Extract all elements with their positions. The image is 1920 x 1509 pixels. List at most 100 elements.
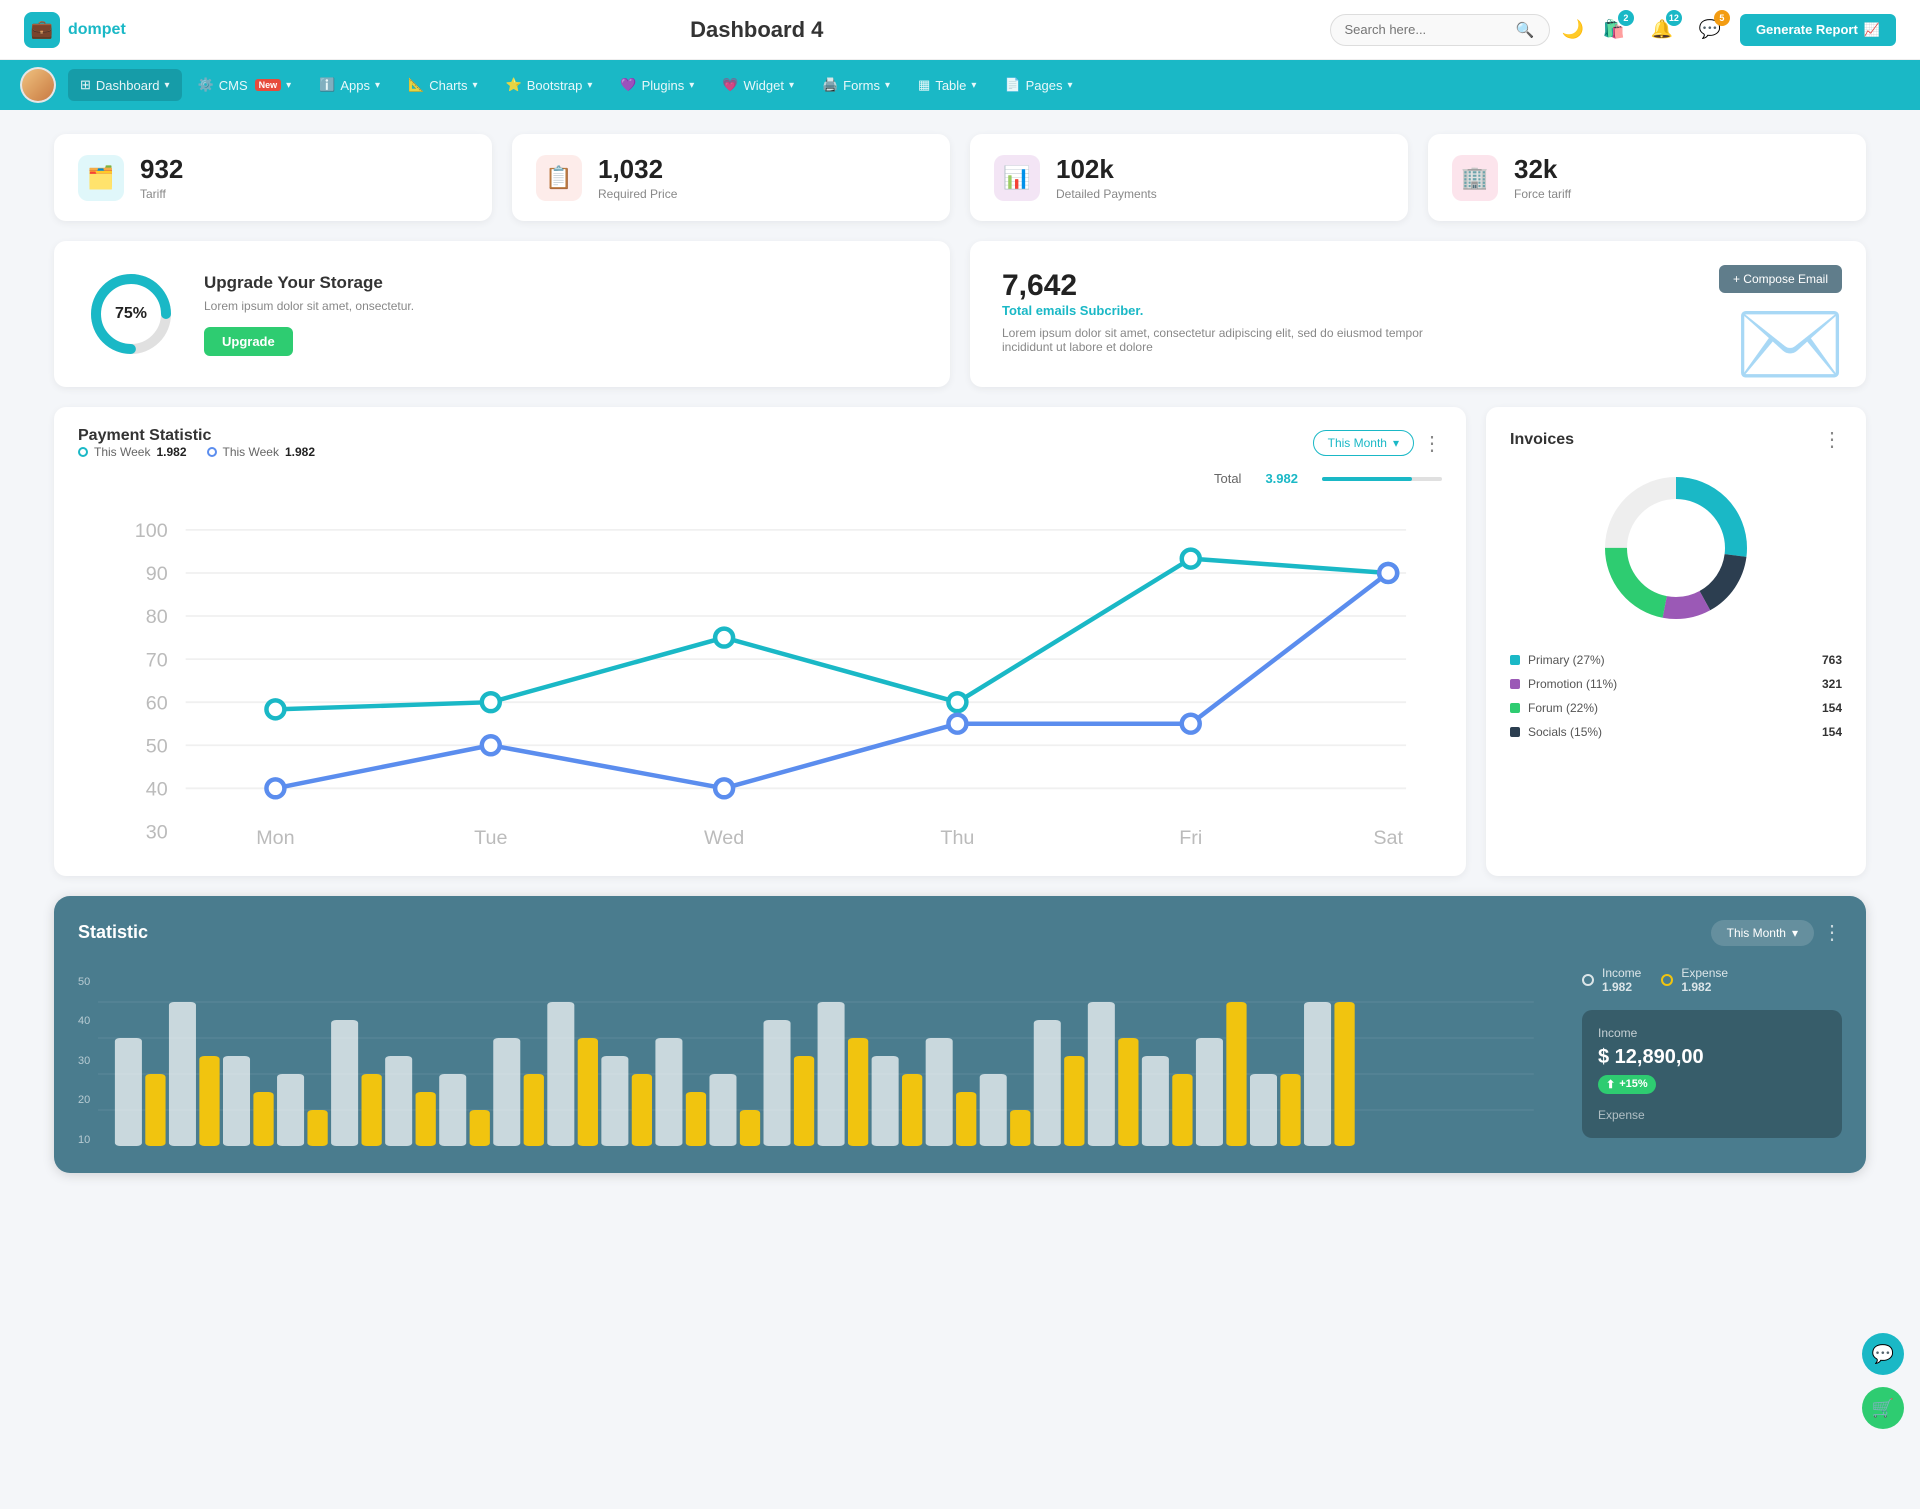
invoices-legend: Primary (27%) 763 Promotion (11%) 321 Fo… (1510, 648, 1842, 744)
svg-text:70: 70 (146, 649, 168, 671)
svg-text:90: 90 (146, 563, 168, 585)
expense-value: 1.982 (1681, 980, 1728, 994)
legend-dot-blue (207, 447, 217, 457)
forum-color-swatch (1510, 703, 1520, 713)
bell-badge: 12 (1666, 10, 1682, 26)
action-float-button[interactable]: 🛒 (1862, 1387, 1904, 1429)
search-input[interactable] (1345, 22, 1508, 37)
nav-item-pages[interactable]: 📄 Pages ▾ (992, 69, 1084, 101)
line-chart: 100 90 80 70 60 50 40 30 Mon Tue Wed Thu… (78, 494, 1442, 856)
period-button[interactable]: This Month ▾ (1313, 430, 1414, 456)
forum-count: 154 (1822, 701, 1842, 715)
primary-color-swatch (1510, 655, 1520, 665)
svg-text:Tue: Tue (474, 827, 507, 849)
income-item: Income 1.982 (1582, 966, 1641, 994)
nav-item-cms[interactable]: ⚙️ CMS New ▾ (186, 69, 304, 101)
shopping-badge: 2 (1618, 10, 1634, 26)
statistic-section: Statistic This Month ▾ ⋮ 10 20 30 40 50 (54, 896, 1866, 1173)
legend-item-1: This Week 1.982 (78, 445, 187, 459)
svg-text:100: 100 (135, 520, 168, 542)
income-expense-row: Income 1.982 Expense 1.982 (1582, 966, 1842, 994)
navbar: ⊞ Dashboard ▾ ⚙️ CMS New ▾ ℹ️ Apps ▾ 📐 C… (0, 60, 1920, 110)
nav-item-forms[interactable]: 🖨️ Forms ▾ (810, 69, 902, 101)
statistic-controls: This Month ▾ ⋮ (1711, 920, 1842, 946)
floating-buttons: 💬 🛒 (1862, 1333, 1904, 1429)
legend-value-1: 1.982 (156, 445, 186, 459)
nav-item-charts[interactable]: 📐 Charts ▾ (396, 69, 490, 101)
chart-icon: 📈 (1864, 22, 1880, 38)
dashboard-icon: ⊞ (80, 77, 91, 93)
income-detail-value: $ 12,890,00 (1598, 1046, 1826, 1069)
nav-item-dashboard[interactable]: ⊞ Dashboard ▾ (68, 69, 182, 101)
svg-text:Fri: Fri (1179, 827, 1202, 849)
promotion-count: 321 (1822, 677, 1842, 691)
table-icon: ▦ (918, 77, 930, 93)
charts-icon: 📐 (408, 77, 424, 93)
total-progress-fill (1322, 477, 1412, 481)
chat-badge: 5 (1714, 10, 1730, 26)
stat-card-tariff: 🗂️ 932 Tariff (54, 134, 492, 221)
stat-card-required-price: 📋 1,032 Required Price (512, 134, 950, 221)
nav-item-table[interactable]: ▦ Table ▾ (906, 69, 988, 101)
plugins-icon: 💜 (620, 77, 636, 93)
legend-row-forum: Forum (22%) 154 (1510, 696, 1842, 720)
income-dot (1582, 974, 1594, 986)
legend-row-socials: Socials (15%) 154 (1510, 720, 1842, 744)
socials-label: Socials (15%) (1528, 725, 1602, 739)
upgrade-button[interactable]: Upgrade (204, 327, 293, 356)
logo: 💼 dompet (24, 12, 184, 48)
chevron-down-icon: ▾ (165, 80, 170, 91)
stat-card-info: 32k Force tariff (1514, 154, 1571, 201)
nav-item-widget[interactable]: 💗 Widget ▾ (710, 69, 806, 101)
statistic-period-button[interactable]: This Month ▾ (1711, 920, 1814, 946)
expense-label: Expense (1681, 966, 1728, 980)
shopping-icon-btn[interactable]: 🛍️ 2 (1596, 12, 1632, 48)
socials-color-swatch (1510, 727, 1520, 737)
statistic-chart-area: 10 20 30 40 50 (78, 966, 1534, 1149)
expense-dot (1661, 974, 1673, 986)
storage-card: 75% Upgrade Your Storage Lorem ipsum dol… (54, 241, 950, 387)
invoices-donut-chart (1510, 468, 1842, 628)
middle-row: 75% Upgrade Your Storage Lorem ipsum dol… (54, 241, 1866, 387)
income-value: 1.982 (1602, 980, 1641, 994)
stat-card-info: 102k Detailed Payments (1056, 154, 1157, 201)
legend-dot-teal (78, 447, 88, 457)
support-float-button[interactable]: 💬 (1862, 1333, 1904, 1375)
stat-card-detailed-payments: 📊 102k Detailed Payments (970, 134, 1408, 221)
detailed-payments-value: 102k (1056, 154, 1157, 185)
nav-item-bootstrap[interactable]: ⭐ Bootstrap ▾ (494, 69, 605, 101)
compose-email-button[interactable]: + Compose Email (1719, 265, 1842, 293)
forum-label: Forum (22%) (1528, 701, 1598, 715)
bell-icon-btn[interactable]: 🔔 12 (1644, 12, 1680, 48)
statistic-title: Statistic (78, 922, 148, 943)
promotion-color-swatch (1510, 679, 1520, 689)
more-options-button[interactable]: ⋮ (1422, 431, 1442, 456)
nav-item-apps[interactable]: ℹ️ Apps ▾ (307, 69, 392, 101)
tariff-value: 932 (140, 154, 183, 185)
stat-card-info: 1,032 Required Price (598, 154, 677, 201)
force-tariff-value: 32k (1514, 154, 1571, 185)
svg-text:Sat: Sat (1373, 827, 1403, 849)
invoices-title: Invoices (1510, 431, 1574, 449)
svg-text:Thu: Thu (940, 827, 974, 849)
stat-card-info: 932 Tariff (140, 154, 183, 201)
svg-text:Wed: Wed (704, 827, 744, 849)
email-description: Lorem ipsum dolor sit amet, consectetur … (1002, 326, 1462, 354)
income-change-badge: ⬆ +15% (1598, 1075, 1656, 1094)
chat-icon-btn[interactable]: 💬 5 (1692, 12, 1728, 48)
svg-text:50: 50 (146, 735, 168, 757)
chevron-down-icon: ▾ (885, 80, 890, 91)
statistic-more-button[interactable]: ⋮ (1822, 920, 1842, 945)
search-box[interactable]: 🔍 (1330, 14, 1550, 46)
legend-label-2: This Week (223, 445, 279, 459)
required-price-value: 1,032 (598, 154, 677, 185)
dark-mode-toggle[interactable]: 🌙 (1562, 19, 1584, 40)
invoices-more-button[interactable]: ⋮ (1822, 427, 1842, 452)
storage-donut: 75% (86, 269, 176, 359)
bootstrap-icon: ⭐ (506, 77, 522, 93)
email-bg-icon: ✉️ (1734, 292, 1846, 387)
nav-item-plugins[interactable]: 💜 Plugins ▾ (608, 69, 706, 101)
storage-info: Upgrade Your Storage Lorem ipsum dolor s… (204, 273, 414, 356)
generate-report-button[interactable]: Generate Report 📈 (1740, 14, 1896, 46)
apps-icon: ℹ️ (319, 77, 335, 93)
